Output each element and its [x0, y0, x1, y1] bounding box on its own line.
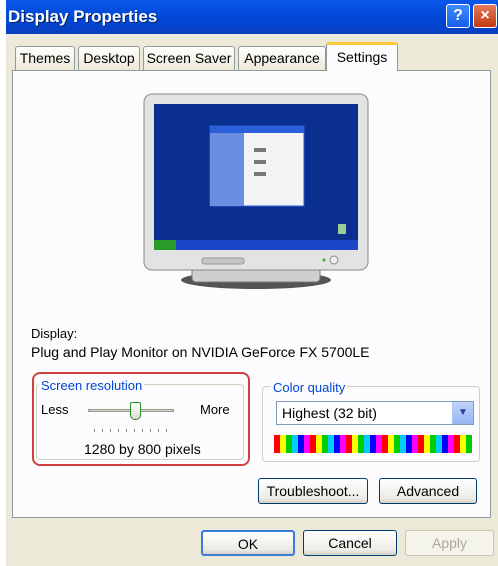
tab-settings[interactable]: Settings — [326, 42, 398, 71]
advanced-button[interactable]: Advanced — [379, 478, 477, 504]
color-spectrum-bar — [274, 435, 472, 453]
help-button[interactable]: ? — [446, 4, 470, 28]
display-caption: Display: — [31, 326, 78, 341]
close-button[interactable]: × — [473, 4, 497, 28]
less-label: Less — [41, 402, 69, 417]
tab-appearance[interactable]: Appearance — [238, 46, 326, 70]
display-device: Plug and Play Monitor on NVIDIA GeForce … — [31, 344, 370, 360]
screen-resolution-legend: Screen resolution — [39, 378, 145, 393]
ok-button[interactable]: OK — [201, 530, 295, 556]
color-quality-value: Highest (32 bit) — [282, 405, 377, 421]
display-properties-window: Display Properties ? × Themes Desktop Sc… — [6, 0, 498, 566]
apply-button: Apply — [405, 530, 494, 556]
tab-screen-saver[interactable]: Screen Saver — [143, 46, 235, 70]
troubleshoot-button[interactable]: Troubleshoot... — [258, 478, 368, 504]
more-label: More — [200, 402, 230, 417]
resolution-slider-thumb[interactable] — [130, 402, 142, 420]
cancel-button[interactable]: Cancel — [303, 530, 397, 556]
color-quality-select[interactable]: Highest (32 bit) ▼ — [276, 401, 474, 425]
window-title: Display Properties — [8, 7, 158, 26]
tab-desktop[interactable]: Desktop — [78, 46, 140, 70]
monitor-preview — [143, 93, 369, 289]
tab-themes[interactable]: Themes — [15, 46, 75, 70]
title-bar[interactable]: Display Properties ? × — [6, 0, 498, 34]
color-quality-legend: Color quality — [271, 380, 348, 395]
chevron-down-icon[interactable]: ▼ — [452, 402, 473, 424]
resolution-value: 1280 by 800 pixels — [84, 441, 201, 457]
slider-ticks — [94, 429, 174, 432]
